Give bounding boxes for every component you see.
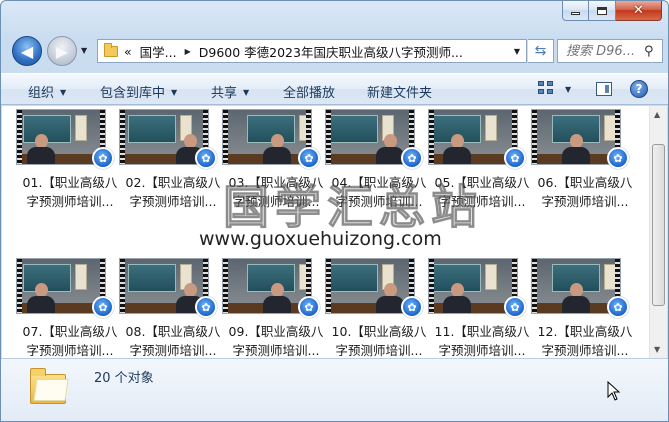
file-name: 08.【职业高级八 字预测师培训... — [117, 322, 229, 358]
scrollbar-thumb[interactable] — [652, 144, 665, 306]
file-name-line1: 11.【职业高级八 — [434, 324, 530, 339]
media-player-icon: ✿ — [504, 296, 526, 318]
chevron-down-icon: ▼ — [171, 88, 178, 97]
file-name-line2: 字预测师培训... — [438, 343, 526, 358]
address-bar[interactable]: « 国学... ▶ D9600 李德2023年国庆职业高级八字预测师... ▼ — [97, 39, 527, 63]
media-player-icon: ✿ — [195, 147, 217, 169]
file-name: 01.【职业高级八 字预测师培训... — [14, 173, 126, 211]
view-options-dropdown-icon[interactable]: ▼ — [565, 83, 571, 98]
media-player-icon: ✿ — [298, 147, 320, 169]
file-name-line1: 12.【职业高级八 — [537, 324, 633, 339]
maximize-icon — [597, 6, 607, 15]
file-name-line2: 字预测师培训... — [232, 343, 320, 358]
file-name: 06.【职业高级八 字预测师培训... — [529, 173, 641, 211]
maximize-button[interactable] — [589, 1, 616, 21]
recent-pages-dropdown[interactable]: ▼ — [81, 46, 87, 55]
file-name-line2: 字预测师培训... — [26, 343, 114, 358]
media-player-icon: ✿ — [92, 147, 114, 169]
minimize-icon — [571, 12, 580, 15]
address-dropdown-icon[interactable]: ▼ — [514, 47, 520, 56]
file-name-line2: 字预测师培训... — [26, 194, 114, 209]
watermark-url: www.guoxuehuizong.com — [199, 228, 442, 250]
organize-label: 组织 — [28, 86, 55, 101]
file-name-line2: 字预测师培训... — [335, 343, 423, 358]
media-player-icon: ✿ — [401, 147, 423, 169]
details-pane: 20 个对象 — [1, 358, 668, 421]
video-file-item[interactable]: ✿ 08.【职业高级八 字预测师培训... — [117, 258, 220, 358]
preview-pane-icon[interactable] — [596, 82, 612, 96]
media-player-icon: ✿ — [504, 147, 526, 169]
share-menu[interactable]: 共享 ▼ — [211, 82, 249, 101]
back-button[interactable]: ◀ — [12, 36, 42, 66]
media-player-icon: ✿ — [298, 296, 320, 318]
file-name: 02.【职业高级八 字预测师培训... — [117, 173, 229, 211]
vertical-scrollbar[interactable]: ▲ ▼ — [649, 106, 667, 358]
mouse-cursor-icon — [607, 381, 621, 401]
video-file-item[interactable]: ✿ 06.【职业高级八 字预测师培训... — [529, 109, 632, 219]
media-player-icon: ✿ — [607, 147, 629, 169]
play-all-button[interactable]: 全部播放 — [283, 82, 335, 101]
video-file-item[interactable]: ✿ 01.【职业高级八 字预测师培训... — [14, 109, 117, 219]
video-file-item[interactable]: ✿ 09.【职业高级八 字预测师培训... — [220, 258, 323, 358]
file-name-line1: 07.【职业高级八 — [22, 324, 118, 339]
folder-icon — [104, 42, 118, 57]
folder-icon — [30, 368, 66, 404]
file-name: 12.【职业高级八 字预测师培训... — [529, 322, 641, 358]
close-button[interactable]: ✕ — [616, 1, 662, 21]
include-in-library-menu[interactable]: 包含到库中 ▼ — [100, 82, 177, 101]
breadcrumb-overflow[interactable]: « — [124, 44, 132, 59]
file-name: 07.【职业高级八 字预测师培训... — [14, 322, 126, 358]
share-label: 共享 — [211, 86, 238, 101]
scroll-up-icon[interactable]: ▲ — [654, 110, 660, 119]
video-file-item[interactable]: ✿ 12.【职业高级八 字预测师培训... — [529, 258, 632, 358]
file-name: 10.【职业高级八 字预测师培训... — [323, 322, 435, 358]
scroll-down-icon[interactable]: ▼ — [654, 345, 660, 354]
search-icon[interactable]: ⚲ — [644, 44, 654, 59]
search-box[interactable]: ⚲ — [557, 39, 663, 63]
include-in-library-label: 包含到库中 — [100, 86, 166, 101]
media-player-icon: ✿ — [607, 296, 629, 318]
media-player-icon: ✿ — [92, 296, 114, 318]
minimize-button[interactable] — [562, 1, 589, 21]
navigation-bar: ◀ ▶ ▼ « 国学... ▶ D9600 李德2023年国庆职业高级八字预测师… — [1, 33, 668, 67]
file-name-line1: 09.【职业高级八 — [228, 324, 324, 339]
refresh-icon: ⇆ — [534, 43, 547, 59]
item-count: 20 个对象 — [94, 371, 154, 386]
search-input[interactable] — [566, 43, 644, 59]
file-name: 11.【职业高级八 字预测师培训... — [426, 322, 538, 358]
forward-arrow-icon: ▶ — [55, 41, 69, 61]
organize-menu[interactable]: 组织 ▼ — [28, 82, 66, 101]
breadcrumb-separator-icon[interactable]: ▶ — [185, 47, 191, 56]
media-player-icon: ✿ — [401, 296, 423, 318]
video-file-item[interactable]: ✿ 11.【职业高级八 字预测师培训... — [426, 258, 529, 358]
file-name: 09.【职业高级八 字预测师培训... — [220, 322, 332, 358]
file-name-line1: 08.【职业高级八 — [125, 324, 221, 339]
refresh-button[interactable]: ⇆ — [528, 39, 554, 63]
new-folder-button[interactable]: 新建文件夹 — [367, 82, 432, 101]
explorer-window: ✕ ◀ ▶ ▼ « 国学... ▶ D9600 李德2023年国庆职业高级八字预… — [0, 0, 669, 422]
file-name-line2: 字预测师培训... — [129, 194, 217, 209]
view-options-icon[interactable] — [538, 81, 556, 97]
file-name-line2: 字预测师培训... — [541, 194, 629, 209]
file-name-line2: 字预测师培训... — [129, 343, 217, 358]
file-name-line2: 字预测师培训... — [541, 343, 629, 358]
back-arrow-icon: ◀ — [20, 41, 34, 61]
file-name-line1: 02.【职业高级八 — [125, 175, 221, 190]
file-name-line1: 01.【职业高级八 — [22, 175, 118, 190]
video-file-item[interactable]: ✿ 02.【职业高级八 字预测师培训... — [117, 109, 220, 219]
breadcrumb-item-root[interactable]: 国学... — [140, 42, 177, 61]
chevron-down-icon: ▼ — [60, 88, 67, 97]
file-name-line1: 06.【职业高级八 — [537, 175, 633, 190]
file-name-line1: 10.【职业高级八 — [331, 324, 427, 339]
video-file-item[interactable]: ✿ 10.【职业高级八 字预测师培训... — [323, 258, 426, 358]
breadcrumb-item-current[interactable]: D9600 李德2023年国庆职业高级八字预测师... — [199, 42, 463, 61]
media-player-icon: ✿ — [195, 296, 217, 318]
caption-buttons: ✕ — [562, 1, 662, 21]
command-bar: 组织 ▼ 包含到库中 ▼ 共享 ▼ 全部播放 新建文件夹 ▼ ? — [1, 73, 668, 105]
help-icon[interactable]: ? — [630, 80, 648, 98]
close-icon: ✕ — [633, 3, 644, 18]
forward-button[interactable]: ▶ — [47, 36, 77, 66]
chevron-down-icon: ▼ — [243, 88, 250, 97]
video-file-item[interactable]: ✿ 07.【职业高级八 字预测师培训... — [14, 258, 117, 358]
